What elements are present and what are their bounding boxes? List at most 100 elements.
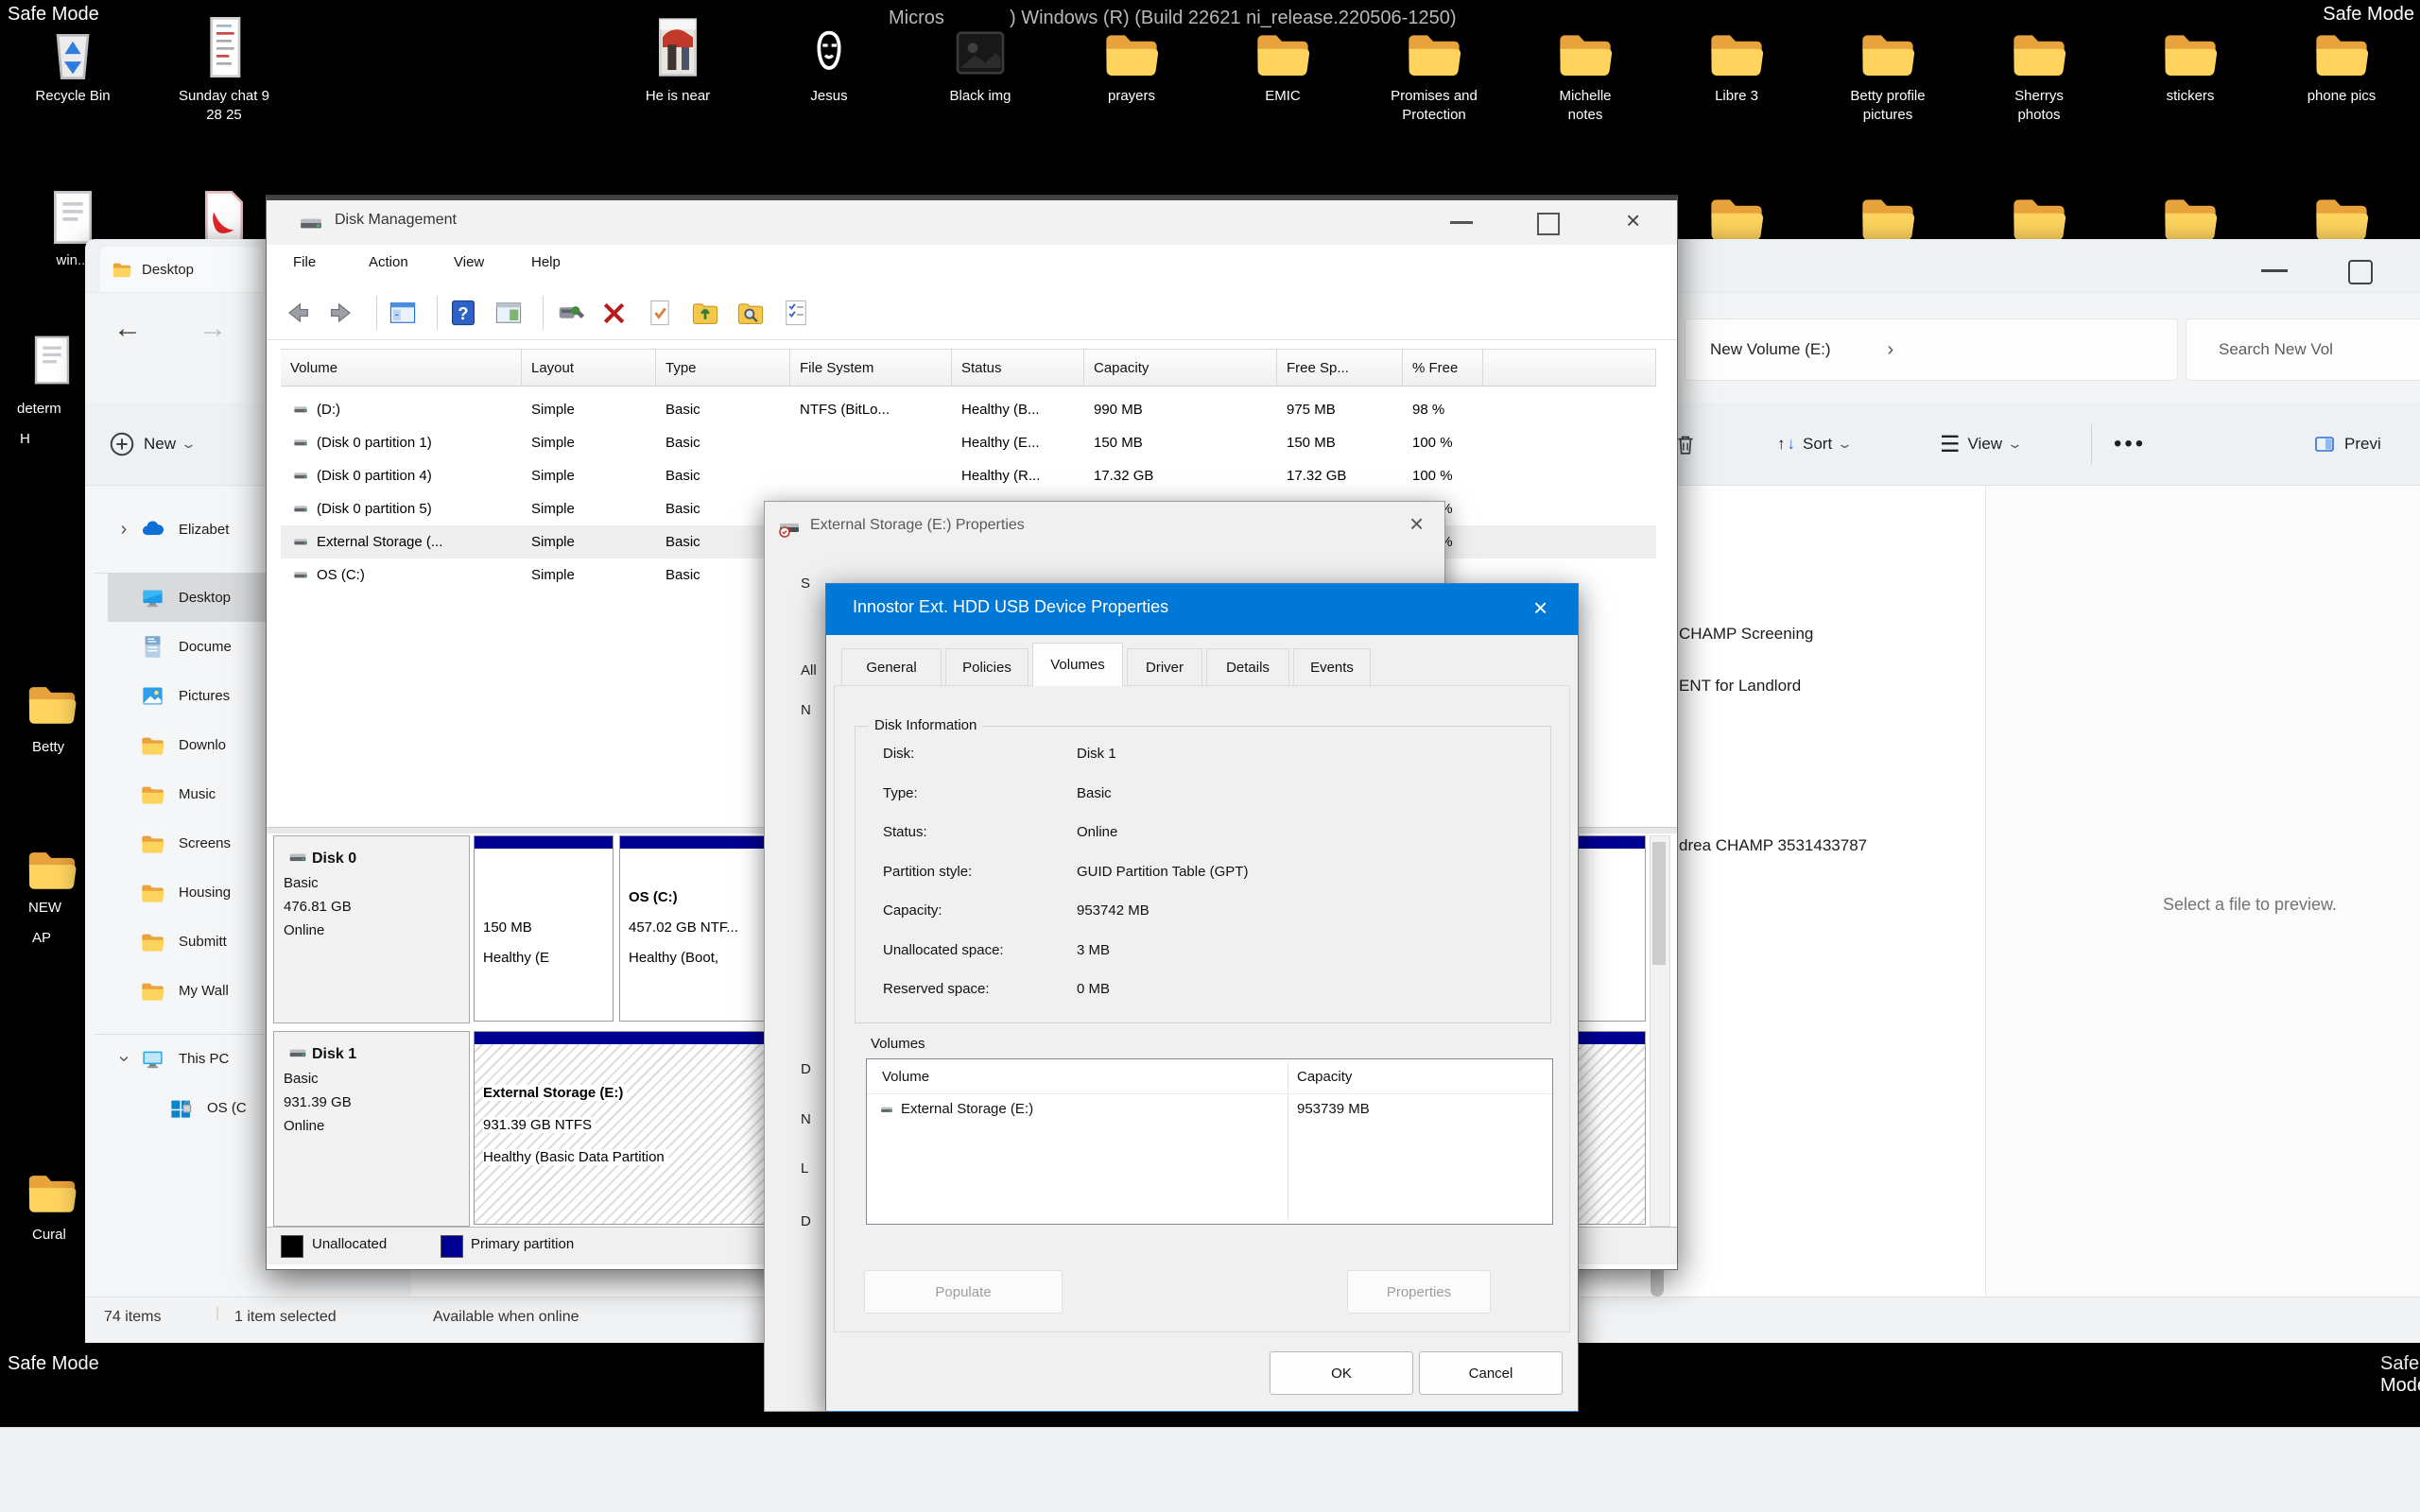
icon-folder (1363, 11, 1505, 83)
desktop-icon-he-is-near[interactable]: He is near (607, 11, 749, 106)
file-list-item[interactable]: CHAMP Screening (1679, 625, 1813, 644)
cancel-button[interactable]: Cancel (1419, 1351, 1563, 1395)
file-list-item[interactable]: drea CHAMP 3531433787 (1679, 836, 1867, 855)
desktop-icon-phone-pics[interactable]: phone pics (2271, 11, 2412, 106)
desktop-icon-prayers[interactable]: prayers (1061, 11, 1202, 106)
preview-toggle-button[interactable]: Previ (2312, 417, 2381, 472)
address-breadcrumb[interactable]: New Volume (E:) › (1685, 318, 2178, 381)
tab-general[interactable]: General (841, 648, 942, 686)
column-header-file-system[interactable]: File System (790, 349, 952, 387)
column-header-status[interactable]: Status (952, 349, 1084, 387)
menu-help[interactable]: Help (531, 254, 561, 270)
column-header-layout[interactable]: Layout (522, 349, 656, 387)
delete-volume-button[interactable] (599, 298, 630, 328)
column-header-capacity[interactable]: Capacity (1084, 349, 1277, 387)
breadcrumb-location[interactable]: New Volume (E:) (1685, 340, 1831, 359)
search-box[interactable]: Search New Vol (2186, 318, 2420, 381)
column-header-spacer[interactable] (1483, 349, 1656, 387)
tab-volumes[interactable]: Volumes (1032, 643, 1123, 686)
cell: Healthy (R... (952, 468, 1084, 484)
minimize-button[interactable] (2261, 269, 2288, 272)
populate-button[interactable]: Populate (864, 1270, 1063, 1314)
tab-driver[interactable]: Driver (1127, 648, 1202, 686)
desktop-icon-recycle-bin[interactable]: Recycle Bin (2, 11, 144, 106)
help-button[interactable]: ? (448, 298, 478, 328)
back-button[interactable] (282, 298, 312, 328)
desktop-icon-folder[interactable] (1968, 176, 2110, 248)
show-action-pane-button[interactable] (493, 298, 524, 328)
desktop-icon-promises-and[interactable]: Promises andProtection (1363, 11, 1505, 125)
chevron-down-icon[interactable]: › (113, 1042, 135, 1074)
menu-view[interactable]: View (454, 254, 484, 270)
svg-text:?: ? (458, 303, 468, 323)
desktop-icon-folder[interactable] (2119, 176, 2261, 248)
desktop-icon-stickers[interactable]: stickers (2119, 11, 2261, 106)
maximize-button[interactable] (2348, 260, 2373, 284)
volumes-listbox[interactable]: Volume Capacity External Storage (E:) 95… (866, 1058, 1553, 1225)
ok-button[interactable]: OK (1270, 1351, 1413, 1395)
column-header-volume[interactable]: Volume (281, 349, 522, 387)
desktop-icon-label: Betty profilepictures (1817, 87, 1959, 125)
desktop-icon-label: Promises andProtection (1363, 87, 1505, 125)
more-options-button[interactable]: ••• (2114, 417, 2146, 472)
drive-icon (290, 435, 311, 450)
open-folder-button[interactable] (690, 298, 720, 328)
show-console-tree-button[interactable] (388, 298, 418, 328)
volume-row-1[interactable]: (D:)SimpleBasicNTFS (BitLo...Healthy (B.… (281, 393, 1656, 426)
chevron-right-icon: › (1888, 339, 1894, 361)
folder-icon (140, 831, 165, 856)
explore-folder-button[interactable] (735, 298, 766, 328)
desktop-icon-label: prayers (1061, 87, 1202, 106)
explorer-tab-desktop[interactable]: Desktop (100, 247, 263, 292)
desktop-icon-folder[interactable] (1666, 176, 1807, 248)
menu-file[interactable]: File (293, 254, 316, 270)
tab-details[interactable]: Details (1206, 648, 1289, 686)
desktop-icon-emic[interactable]: EMIC (1212, 11, 1354, 106)
column-header-free-sp-[interactable]: Free Sp... (1277, 349, 1403, 387)
desktop-icon-libre-3[interactable]: Libre 3 (1666, 11, 1807, 106)
ext-dialog-close-button[interactable]: × (1409, 509, 1424, 539)
volume-row-3[interactable]: (Disk 0 partition 4)SimpleBasicHealthy (… (281, 459, 1656, 492)
occluded-desktop-label: Cural (32, 1227, 66, 1243)
menu-action[interactable]: Action (369, 254, 408, 270)
cell: External Storage (... (281, 534, 522, 550)
desktop-icon-sunday-chat-9[interactable]: Sunday chat 928 25 (153, 11, 295, 125)
sidebar-item-label: Music (179, 786, 216, 802)
column-header-type[interactable]: Type (656, 349, 790, 387)
partition-efi[interactable]: 150 MBHealthy (E (474, 835, 614, 1022)
desktop-icon-sherrys[interactable]: Sherrysphotos (1968, 11, 2110, 125)
properties-button[interactable]: Properties (1347, 1270, 1491, 1314)
icon-folder (1061, 11, 1202, 83)
back-button[interactable]: ← (113, 313, 142, 345)
field-value: GUID Partition Table (GPT) (1077, 864, 1248, 880)
new-button[interactable]: New ⌄ (108, 417, 194, 472)
dm-maximize-button[interactable] (1537, 213, 1560, 235)
chevron-right-icon[interactable]: › (108, 519, 140, 541)
file-list-item[interactable]: ENT for Landlord (1679, 677, 1801, 696)
forward-button[interactable] (327, 298, 357, 328)
volume-row-2[interactable]: (Disk 0 partition 1)SimpleBasicHealthy (… (281, 426, 1656, 459)
desktop-icon-folder[interactable] (1817, 176, 1959, 248)
desktop-icon-black-img[interactable]: Black img (909, 11, 1051, 106)
detach-button[interactable] (554, 298, 584, 328)
dm-close-button[interactable]: × (1626, 206, 1640, 235)
column-header--free[interactable]: % Free (1403, 349, 1483, 387)
disk-panel-disk-1[interactable]: Disk 1Basic931.39 GBOnline (273, 1031, 470, 1227)
cell: (Disk 0 partition 1) (281, 435, 522, 451)
tasks-button[interactable] (781, 298, 811, 328)
dm-minimize-button[interactable] (1450, 221, 1473, 224)
tab-policies[interactable]: Policies (945, 648, 1028, 686)
forward-button[interactable]: → (199, 313, 227, 345)
inno-close-button[interactable]: × (1533, 593, 1547, 623)
view-button[interactable]: ☰ View ⌄ (1940, 417, 2020, 472)
disk-panel-disk-0[interactable]: Disk 0Basic476.81 GBOnline (273, 835, 470, 1023)
properties-check-button[interactable] (645, 298, 675, 328)
sort-button[interactable]: ↑↓ Sort ⌄ (1777, 417, 1850, 472)
desktop-icon-folder[interactable] (2271, 176, 2412, 248)
desktop-icon-michelle[interactable]: Michellenotes (1514, 11, 1656, 125)
desktop-icon-jesus[interactable]: Jesus (758, 11, 900, 106)
dm-disk-pane-scrollbar[interactable] (1650, 835, 1670, 1227)
desktop-icon-betty-profile[interactable]: Betty profilepictures (1817, 11, 1959, 125)
vol-row-name[interactable]: External Storage (E:) (901, 1101, 1033, 1117)
tab-events[interactable]: Events (1293, 648, 1371, 686)
